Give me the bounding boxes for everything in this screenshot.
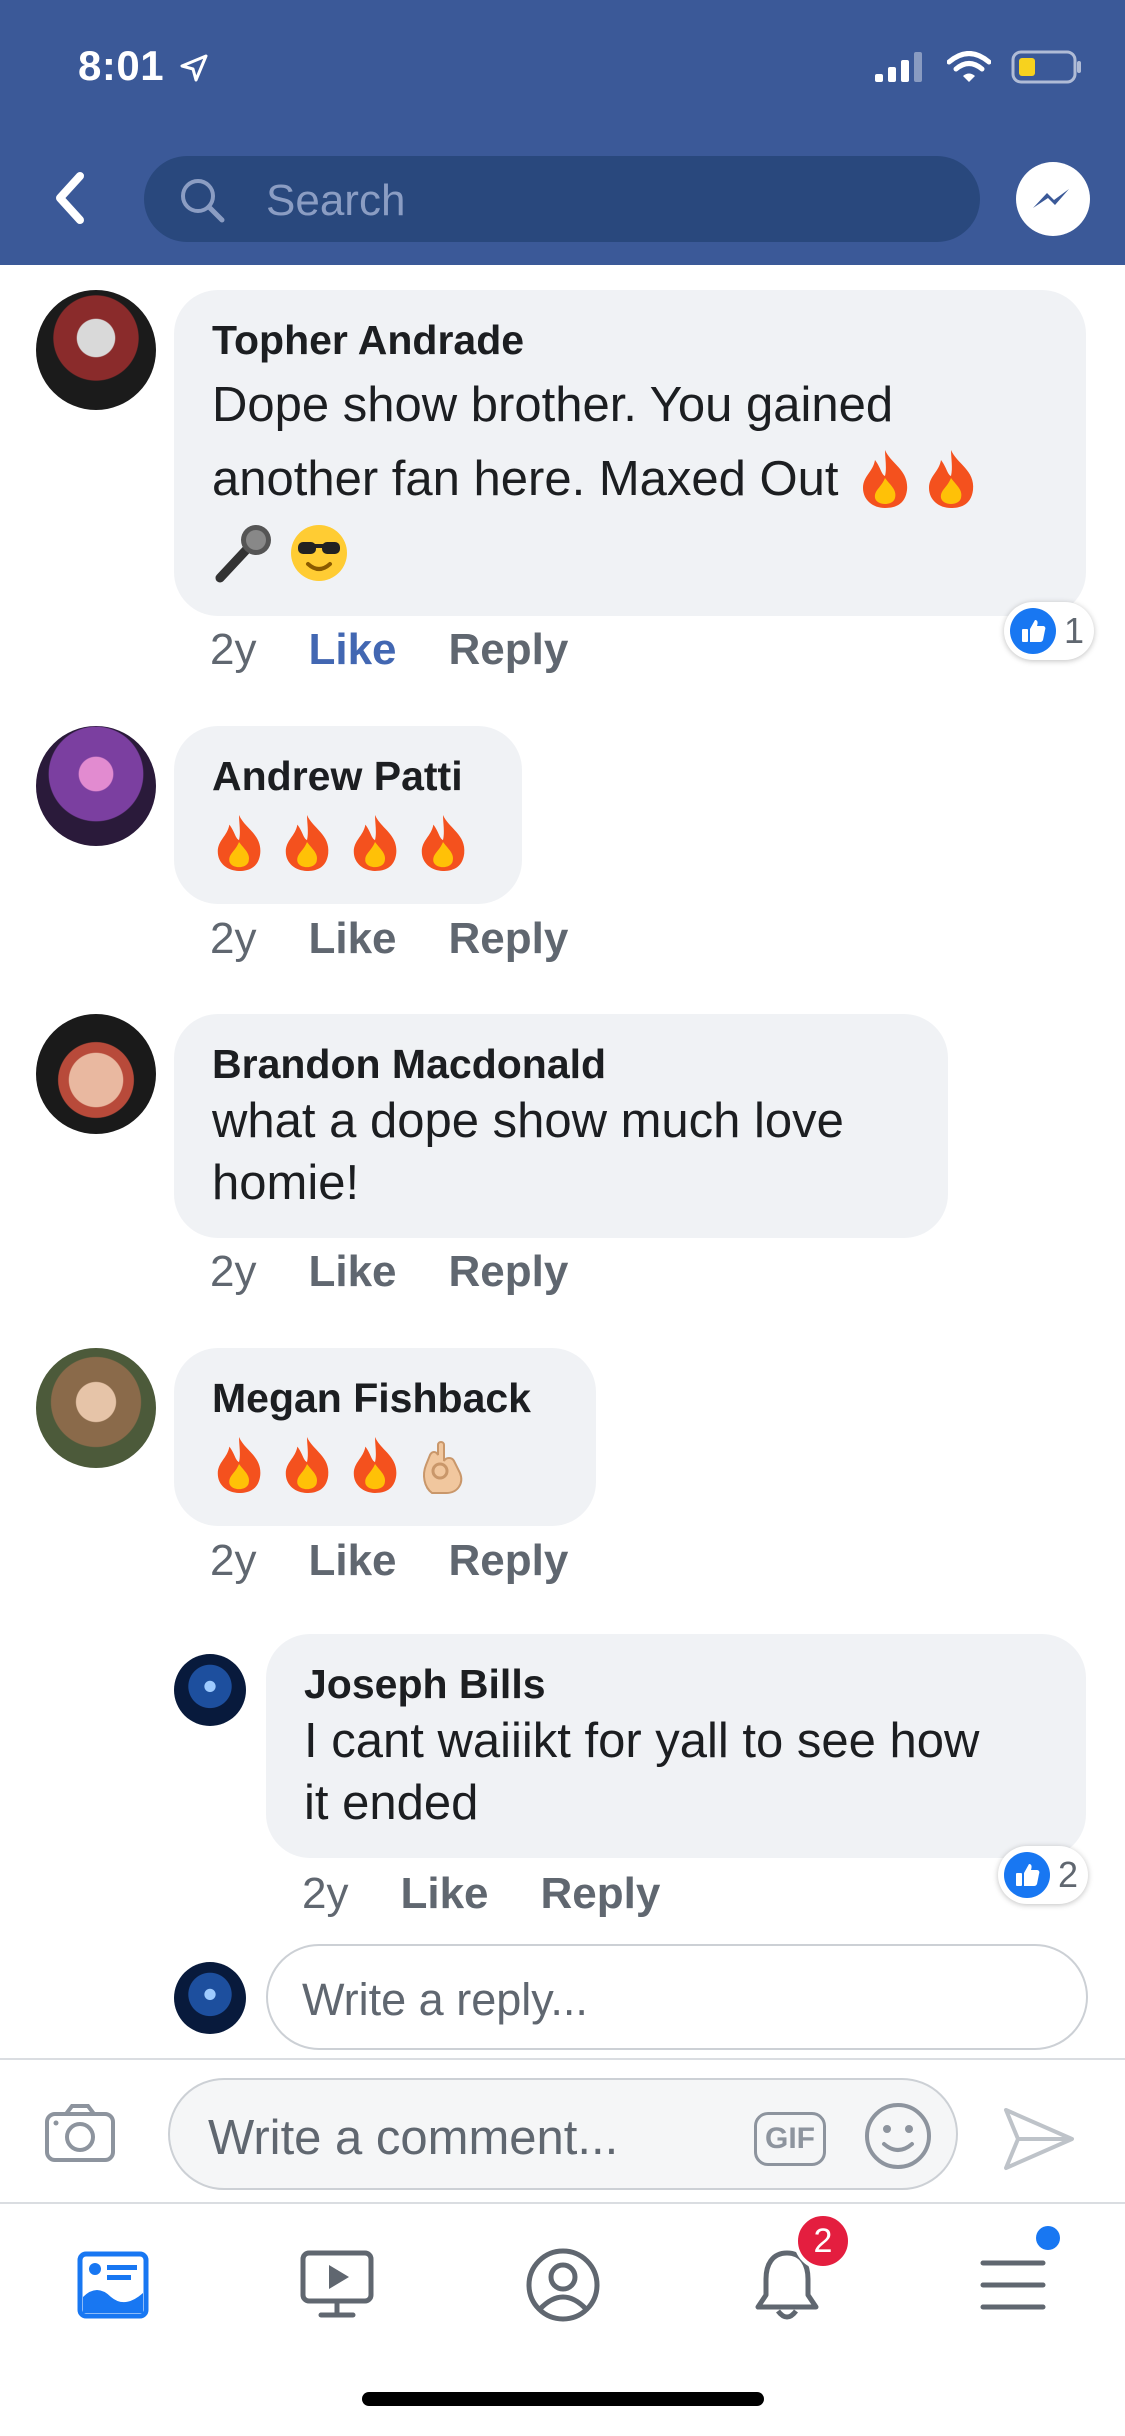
avatar [174,1962,246,2034]
like-button[interactable]: Like [308,914,396,964]
battery-icon [1011,50,1081,84]
comment-age: 2y [210,914,257,963]
avatar[interactable] [36,1014,156,1134]
comment-author[interactable]: Brandon Macdonald [212,1040,910,1088]
reaction-count[interactable]: 2 [998,1846,1089,1904]
comment-bubble: Megan Fishback [174,1348,596,1526]
fire-emoji [348,813,402,873]
comment-bubble: Topher Andrade Dope show brother. You ga… [174,290,1086,616]
comment-age: 2y [210,1536,257,1585]
tab-menu[interactable] [968,2240,1058,2330]
search-icon [181,179,225,223]
comment-input[interactable]: Write a comment... GIF [168,2078,958,2190]
comment-age: 2y [210,1247,257,1296]
reply-bubble: Joseph Bills I cant waiiikt for yall to … [266,1634,1086,1858]
fire-emoji [348,1435,402,1495]
camera-button[interactable] [44,2102,116,2169]
avatar[interactable] [174,1654,246,1726]
fire-emoji [923,448,979,510]
gif-button[interactable]: GIF [754,2112,826,2166]
comment-emojis [212,806,484,880]
comment-actions: 2y Like Reply [210,625,568,675]
location-arrow-icon [180,54,208,82]
watch-icon [300,2250,374,2318]
comment-author[interactable]: Topher Andrade [212,316,1048,364]
reply-button[interactable]: Reply [449,914,569,964]
messenger-icon [1033,189,1069,208]
app-header: 8:01 Search [0,0,1125,265]
reply-button[interactable]: Reply [449,625,569,675]
news-feed-icon [77,2251,149,2319]
comment-age: 2y [302,1869,349,1918]
like-button[interactable]: Like [400,1869,488,1919]
comment-author[interactable]: Joseph Bills [304,1660,1048,1708]
tab-news-feed[interactable] [68,2240,158,2330]
fire-emoji [280,1435,334,1495]
send-button[interactable] [1002,2106,1076,2177]
reply-input[interactable]: Write a reply... [266,1944,1088,2050]
chevron-left-icon [56,172,84,224]
comment-bubble: Andrew Patti [174,726,522,904]
tab-profile[interactable] [518,2240,608,2330]
back-button[interactable] [48,168,96,228]
status-indicators [875,50,1083,84]
like-button[interactable]: Like [308,1536,396,1586]
avatar[interactable] [36,726,156,846]
reaction-count[interactable]: 1 [1004,602,1095,660]
like-button[interactable]: Like [308,1247,396,1297]
emoji-button[interactable] [862,2100,934,2177]
comment-actions: 2y Like Reply [210,914,568,964]
menu-indicator-dot [1036,2226,1060,2250]
fire-emoji [416,813,470,873]
comment-placeholder: Write a comment... [208,2111,619,2165]
wifi-icon [947,51,991,82]
comment-age: 2y [210,625,257,674]
fire-emoji [280,813,334,873]
thumbs-up-icon [1010,608,1056,654]
comment-author[interactable]: Andrew Patti [212,752,484,800]
smiley-icon [865,2103,931,2169]
comment-emojis [212,1428,558,1502]
messenger-button[interactable] [1016,162,1090,236]
profile-icon [526,2248,600,2322]
like-button[interactable]: Like [308,625,396,675]
thumbs-up-icon [1004,1852,1050,1898]
notification-badge: 2 [794,2212,852,2270]
avatar[interactable] [36,290,156,410]
camera-icon [45,2104,115,2162]
comment-bubble: Brandon Macdonald what a dope show much … [174,1014,948,1238]
comment-actions: 2y Like Reply [210,1247,568,1297]
comment-actions: 2y Like Reply [210,1536,568,1586]
fire-emoji [212,813,266,873]
search-input[interactable]: Search [144,156,980,242]
fire-emoji [212,1435,266,1495]
ok-hand-emoji [416,1435,470,1495]
comment-composer: Write a comment... GIF [0,2058,1125,2202]
signal-icon [875,52,922,82]
fire-emoji [857,448,913,510]
search-placeholder: Search [266,176,406,225]
comment-author[interactable]: Megan Fishback [212,1374,558,1422]
reply-button[interactable]: Reply [449,1247,569,1297]
reply-button[interactable]: Reply [541,1869,661,1919]
microphone-emoji [212,522,274,584]
comment-text: I cant waiiikt for yall to see how it en… [304,1714,980,1830]
sunglasses-emoji [288,522,350,584]
reply-button[interactable]: Reply [449,1536,569,1586]
comment-actions: 2y Like Reply [302,1869,660,1919]
avatar[interactable] [36,1348,156,1468]
send-icon [1004,2108,1074,2170]
comment-text: what a dope show much love homie! [212,1094,844,1210]
comment-text: Dope show brother. You gained another fa… [212,368,1048,590]
tab-watch[interactable] [292,2240,382,2330]
status-time: 8:01 [78,42,165,89]
menu-icon [980,2260,1046,2310]
reply-placeholder: Write a reply... [302,1974,588,2025]
home-indicator[interactable] [362,2392,764,2406]
